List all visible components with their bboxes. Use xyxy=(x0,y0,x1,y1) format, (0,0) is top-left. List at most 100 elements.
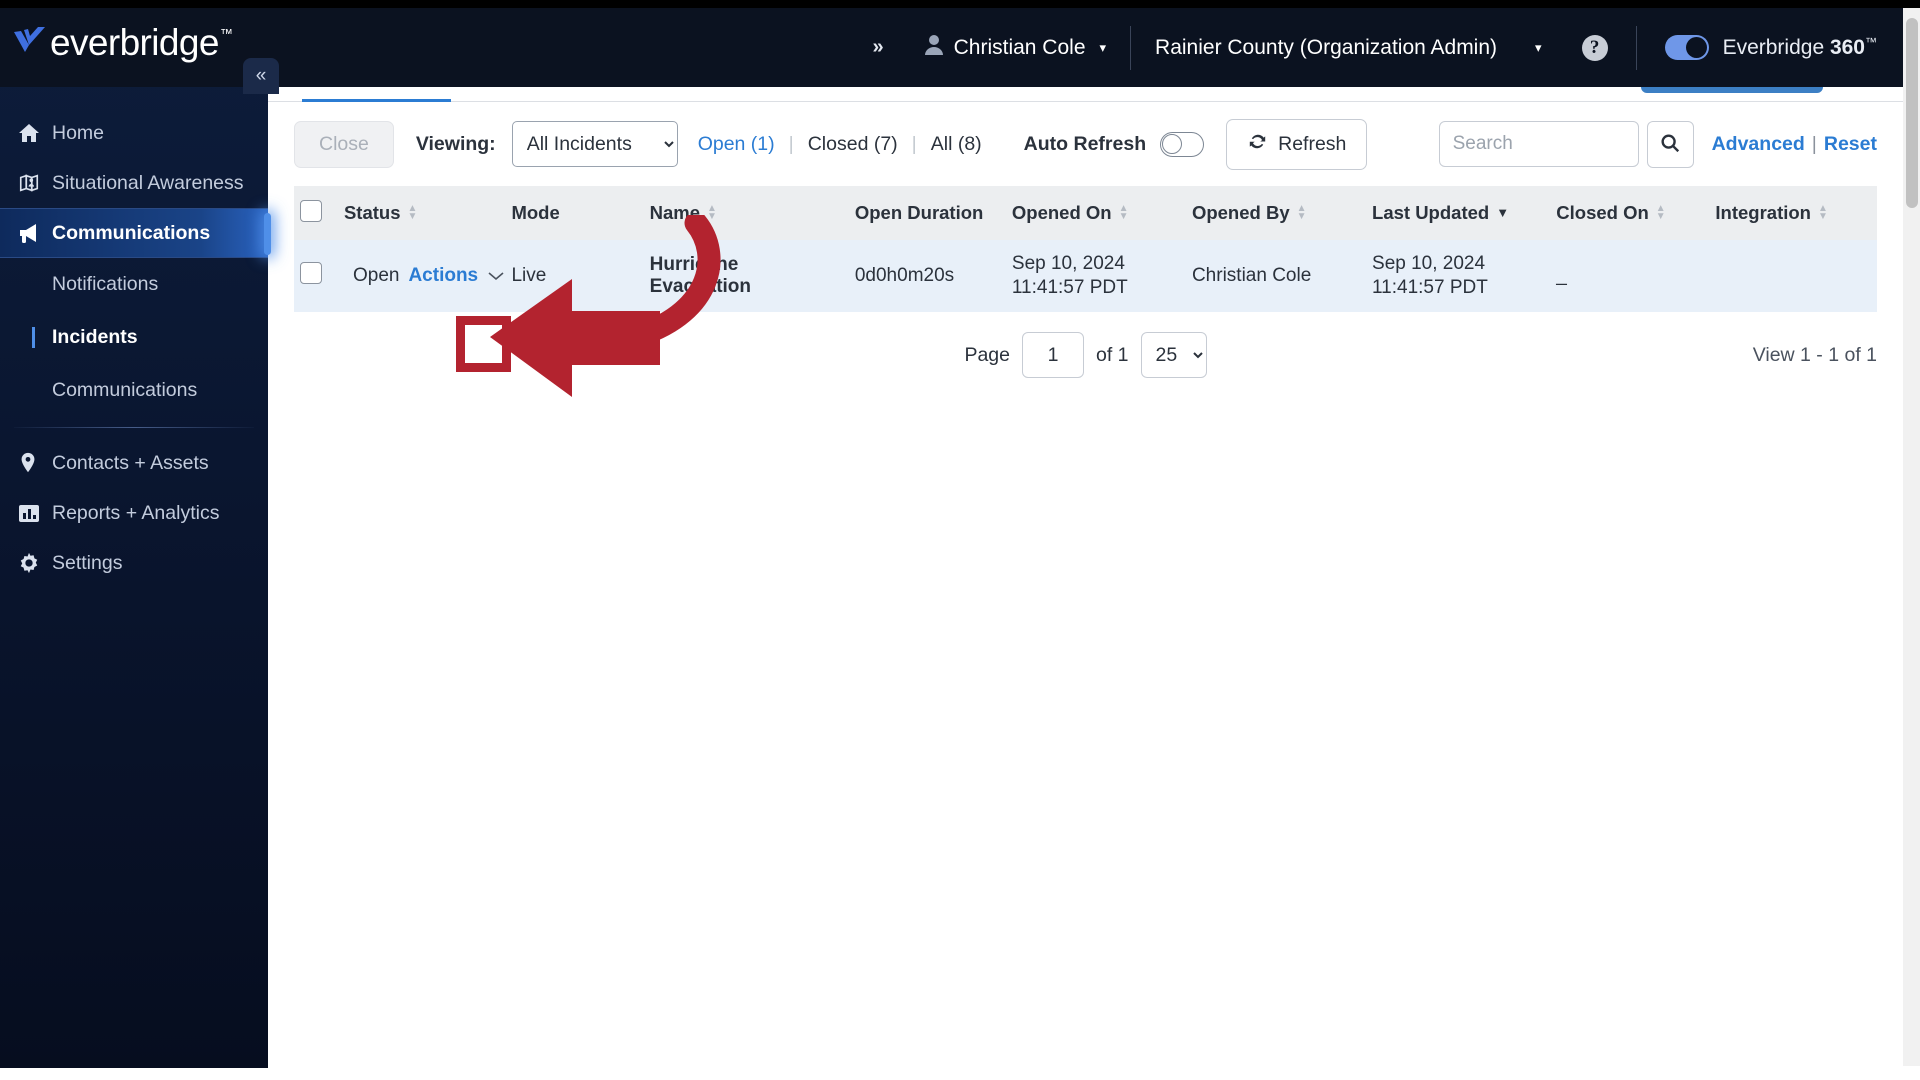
double-chevron-left-icon: « xyxy=(255,65,267,86)
sidebar-item-contacts-assets[interactable]: Contacts + Assets xyxy=(0,438,268,488)
actions-dropdown-chevron[interactable] xyxy=(487,261,505,291)
sidebar-item-incidents[interactable]: Incidents xyxy=(0,311,268,364)
page-scrollbar-thumb[interactable] xyxy=(1906,18,1918,208)
column-label: Open Duration xyxy=(854,202,984,223)
everbridge-360-group: Everbridge 360™ xyxy=(1643,35,1877,60)
column-header-last-updated[interactable]: Last Updated ▲▼ xyxy=(1366,186,1550,240)
column-header-closed-on[interactable]: Closed On ▲ ▼ xyxy=(1550,186,1709,240)
incidents-table: Status ▲ ▼ Mode Name ▲ ▼ Open Duration O… xyxy=(294,186,1877,312)
gear-icon xyxy=(18,552,52,574)
help-circle-icon: ? xyxy=(1581,34,1608,61)
viewing-select[interactable]: All Incidents xyxy=(511,121,678,167)
filter-closed-link[interactable]: Closed (7) xyxy=(808,133,898,156)
main-content-panel: Open / History Scheduled Templates Scena… xyxy=(268,46,1903,1068)
user-avatar-icon xyxy=(924,34,944,62)
sidebar-item-reports-analytics[interactable]: Reports + Analytics xyxy=(0,488,268,538)
sidebar-item-home[interactable]: Home xyxy=(0,108,268,158)
select-all-checkbox[interactable] xyxy=(300,199,322,222)
reset-link[interactable]: Reset xyxy=(1824,133,1877,156)
filter-divider: | xyxy=(911,132,917,155)
chevron-down-icon: ▾ xyxy=(1535,39,1542,55)
cell-mode: Live xyxy=(511,265,547,286)
page-size-select[interactable]: 25 xyxy=(1140,332,1207,378)
sidebar-item-label: Situational Awareness xyxy=(52,171,244,194)
column-label: Opened On xyxy=(1011,202,1112,223)
cell-status: Open Actions xyxy=(338,240,506,312)
top-navigation-right-group: » Christian Cole ▾ Rainier County (Organ… xyxy=(850,8,1877,87)
sort-icon: ▲ ▼ xyxy=(707,203,717,222)
user-menu[interactable]: Christian Cole ▾ xyxy=(906,34,1124,62)
sidebar-collapse-button[interactable]: « xyxy=(243,58,279,94)
search-button[interactable] xyxy=(1646,120,1694,168)
everbridge-logo[interactable]: everbridge ™ xyxy=(12,22,233,70)
sidebar-item-label: Communications xyxy=(52,221,211,244)
auto-refresh-group: Auto Refresh xyxy=(1023,131,1205,157)
refresh-button[interactable]: Refresh xyxy=(1226,118,1368,170)
organization-selector[interactable]: Rainier County (Organization Admin) ▾ xyxy=(1137,36,1560,60)
everbridge-360-label: Everbridge 360™ xyxy=(1723,35,1877,60)
table-row[interactable]: Open Actions Live Hurricane Evacuation 0… xyxy=(294,240,1877,312)
column-header-integration[interactable]: Integration ▲ ▼ xyxy=(1709,186,1877,240)
sidebar-item-label: Reports + Analytics xyxy=(52,501,220,524)
cell-integration xyxy=(1709,240,1877,312)
top-help-button[interactable]: ? xyxy=(1560,34,1630,61)
cell-name: Hurricane Evacuation xyxy=(649,254,752,297)
page-number-input[interactable] xyxy=(1022,332,1084,378)
column-header-mode: Mode xyxy=(505,186,643,240)
page-total-label: of 1 xyxy=(1096,343,1129,366)
sidebar-item-communications[interactable]: Communications xyxy=(0,208,271,258)
expand-menu-icon[interactable]: » xyxy=(850,36,905,59)
user-name-label: Christian Cole xyxy=(953,35,1086,59)
view-count-label: View 1 - 1 of 1 xyxy=(1752,343,1877,366)
incidents-table-container: Status ▲ ▼ Mode Name ▲ ▼ Open Duration O… xyxy=(268,186,1903,312)
sidebar-item-communications-sub[interactable]: Communications xyxy=(0,364,268,417)
filter-open-link[interactable]: Open (1) xyxy=(698,133,775,156)
column-label: Opened By xyxy=(1191,202,1290,223)
home-icon xyxy=(18,122,52,144)
column-header-opened-by[interactable]: Opened By ▲ ▼ xyxy=(1186,186,1366,240)
sort-icon: ▲ ▼ xyxy=(1817,203,1828,222)
row-select-cell xyxy=(294,240,338,312)
auto-refresh-label: Auto Refresh xyxy=(1023,132,1147,155)
column-label: Name xyxy=(649,202,701,223)
everbridge-360-tm: ™ xyxy=(1865,35,1877,49)
sort-icon: ▲ ▼ xyxy=(1118,203,1129,222)
sidebar-item-situational-awareness[interactable]: Situational Awareness xyxy=(0,158,268,208)
everbridge-360-toggle[interactable] xyxy=(1664,35,1709,60)
toggle-knob xyxy=(1162,133,1183,154)
column-header-name[interactable]: Name ▲ ▼ xyxy=(644,186,849,240)
app-root: everbridge ™ » Christian Cole ▾ Rainier … xyxy=(0,0,1920,1080)
megaphone-icon xyxy=(18,222,52,244)
left-sidebar: Home Situational Awareness Communication… xyxy=(0,50,271,1068)
column-header-opened-on[interactable]: Opened On ▲ ▼ xyxy=(1006,186,1186,240)
everbridge-360-prefix: Everbridge xyxy=(1722,36,1830,59)
page-label: Page xyxy=(964,343,1010,366)
logo-wordmark: everbridge xyxy=(50,22,219,63)
filter-all-link[interactable]: All (8) xyxy=(931,133,982,156)
auto-refresh-toggle[interactable] xyxy=(1160,131,1205,157)
sidebar-item-settings[interactable]: Settings xyxy=(0,538,268,588)
sidebar-subitem-label: Incidents xyxy=(52,326,138,348)
advanced-reset-links: Advanced | Reset xyxy=(1712,133,1877,156)
column-header-status[interactable]: Status ▲ ▼ xyxy=(338,186,506,240)
browser-top-strip xyxy=(0,0,1920,8)
status-text: Open xyxy=(352,265,400,286)
logo-trademark: ™ xyxy=(219,26,233,41)
sidebar-item-label: Settings xyxy=(52,551,123,574)
row-checkbox[interactable] xyxy=(300,262,322,284)
top-navigation-bar: everbridge ™ » Christian Cole ▾ Rainier … xyxy=(0,8,1903,87)
cell-last-updated: Sep 10, 2024 11:41:57 PDT xyxy=(1372,252,1488,298)
advanced-link[interactable]: Advanced xyxy=(1712,133,1805,156)
page-scrollbar-track[interactable] xyxy=(1903,8,1920,1066)
sidebar-item-label: Contacts + Assets xyxy=(52,451,209,474)
location-pin-icon xyxy=(18,452,52,474)
map-person-icon xyxy=(18,172,52,194)
column-label: Mode xyxy=(511,202,560,223)
sidebar-item-notifications[interactable]: Notifications xyxy=(0,258,268,311)
close-button[interactable]: Close xyxy=(294,120,394,168)
row-actions-link[interactable]: Actions xyxy=(408,265,478,287)
refresh-cycle-icon xyxy=(1247,131,1268,158)
browser-bottom-strip xyxy=(0,1066,1920,1080)
column-label: Closed On xyxy=(1556,202,1649,223)
search-input[interactable] xyxy=(1438,121,1639,167)
